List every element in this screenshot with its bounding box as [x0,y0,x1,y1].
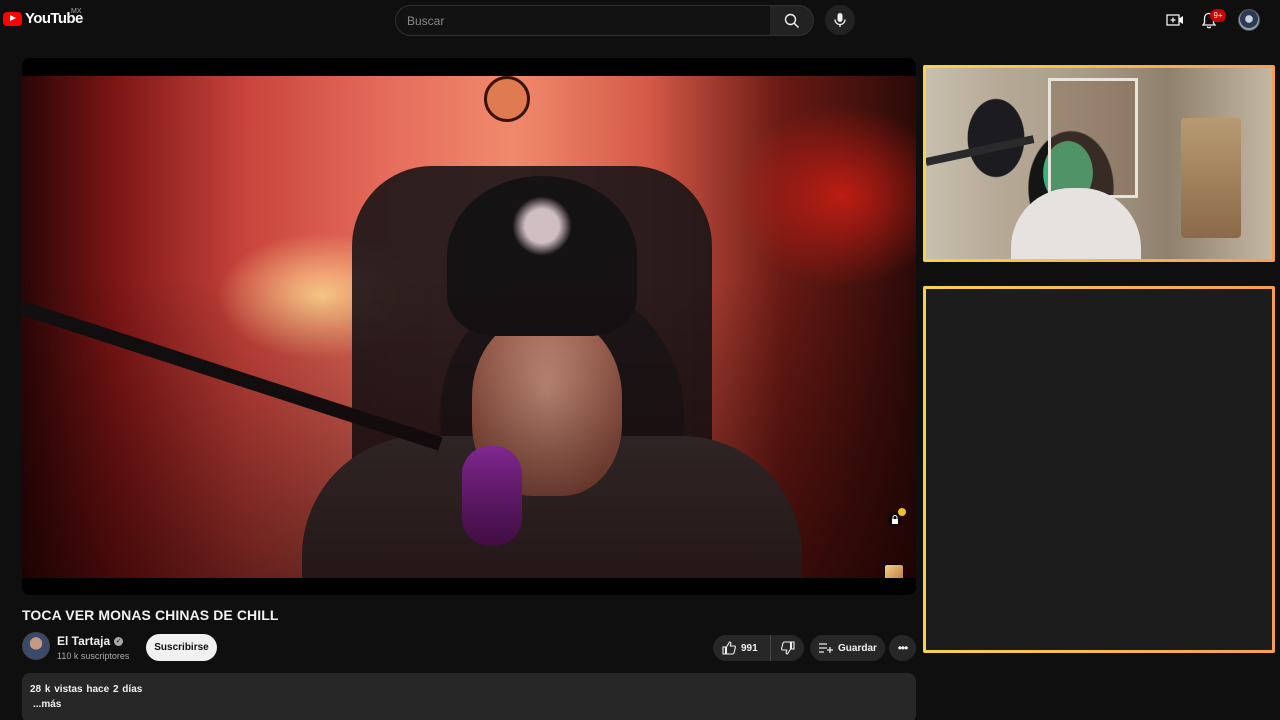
youtube-logo-icon [3,11,22,26]
mic-icon [834,13,846,27]
create-button[interactable] [1164,9,1186,31]
alert-dot [898,508,906,516]
like-icon [722,641,736,655]
webcam-scene-cat-tree [1181,118,1241,238]
video-player[interactable] [22,58,916,595]
notification-badge: 9+ [1210,9,1226,22]
voice-search-button[interactable] [825,5,855,35]
chat-overlay-panel [923,286,1275,653]
channel-avatar[interactable] [22,632,50,660]
channel-name-row[interactable]: El Tartaja ✓ [57,634,124,648]
masthead: YouTube MX 9+ [0,0,1280,40]
video-frame[interactable] [22,76,916,578]
subscribe-button[interactable]: Suscribirse [146,634,217,661]
video-shade [22,76,916,578]
more-icon: ••• [897,641,909,655]
channel-name[interactable]: El Tartaja [57,634,110,648]
country-code: MX [71,8,82,15]
like-dislike-group: 991 [713,635,804,661]
search-box [395,5,771,36]
channel-watermark[interactable] [884,564,904,578]
save-button[interactable]: Guardar [810,635,885,661]
more-actions-button[interactable]: ••• [889,635,916,661]
save-playlist-icon [819,643,833,653]
webcam-scene-shelf [1048,78,1138,198]
dislike-icon [780,641,795,655]
like-button[interactable]: 991 [713,635,771,661]
search-input[interactable] [407,13,770,28]
video-title: TOCA VER MONAS CHINAS DE CHILL [22,607,279,623]
description-box[interactable] [22,673,916,720]
search-button[interactable] [770,5,814,36]
view-count: 28 k vistas [30,684,83,695]
webcam-overlay [923,65,1275,262]
save-label: Guardar [838,642,877,654]
verified-icon: ✓ [114,636,124,646]
youtube-logo[interactable]: YouTube MX [3,8,83,27]
dislike-button[interactable] [771,635,804,661]
description-meta: 28 k vistas hace 2 días [30,684,142,695]
search-icon [784,13,799,28]
subscriber-count: 110 k suscriptores [57,651,130,661]
create-icon [1166,14,1183,26]
like-count: 991 [741,642,758,654]
upload-date: hace 2 días [86,684,143,695]
account-avatar[interactable] [1238,9,1260,31]
description-more-link[interactable]: ...más [33,699,61,710]
